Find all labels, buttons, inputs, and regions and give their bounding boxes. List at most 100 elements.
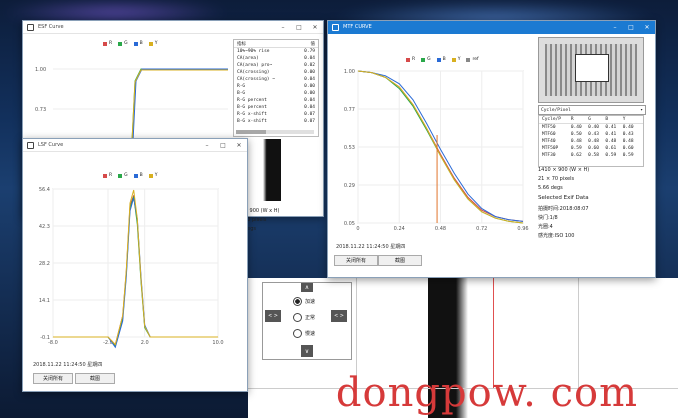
speed-option-normal[interactable]: 正常 xyxy=(293,313,315,322)
y-tick-label: 14.1 xyxy=(39,298,50,304)
table-row: MTF40 0.48 0.48 0.48 0.48 xyxy=(539,138,643,145)
speed-option-label: 慢速 xyxy=(305,331,316,337)
mtf-plot: 1.00 0.77 0.53 0.29 0.050 0.24 0.48 0.72 0.96 xyxy=(344,69,529,232)
table-row: 10%~90% rise 0.79 xyxy=(234,48,318,55)
arrow-down-button[interactable]: ∨ xyxy=(301,345,313,357)
table-cell: 0.02 xyxy=(304,63,315,68)
legend-swatch xyxy=(436,57,441,62)
table-cell: MTF30 xyxy=(542,153,556,158)
table-row: MTF60 0.50 0.43 0.41 0.43 xyxy=(539,131,643,138)
column-header: Cycle/P xyxy=(542,117,561,122)
info-dims: 1410 × 900 (W × H) xyxy=(538,167,590,173)
close-all-button[interactable]: 关闭所有 xyxy=(334,255,378,266)
legend-item: R xyxy=(103,41,112,46)
horizontal-scrollbar[interactable] xyxy=(236,130,314,134)
table-row: MTF50P 0.59 0.60 0.61 0.60 xyxy=(539,145,643,152)
mtf-window: MTF CURVE – □ ✕ R G B Y ref 1.00 0.77 0.53… xyxy=(327,20,656,278)
screenshot-button[interactable]: 截图 xyxy=(378,255,422,266)
app-icon xyxy=(27,23,34,31)
legend-label: R xyxy=(412,57,416,62)
screenshot-button[interactable]: 截图 xyxy=(75,373,115,384)
y-tick-label: 0.73 xyxy=(35,107,46,113)
legend-item: R xyxy=(103,173,112,178)
esf-title: ESF Curve xyxy=(38,24,64,30)
unit-select-value: Cycle/Pixel xyxy=(541,107,571,113)
minimize-icon[interactable]: – xyxy=(199,139,215,151)
table-cell: 0.79 xyxy=(304,49,315,54)
esf-legend: R G B Y xyxy=(103,41,157,46)
y-tick-label: 1.00 xyxy=(344,69,355,75)
legend-item: Y xyxy=(148,41,157,46)
lsf-title: LSF Curve xyxy=(38,142,64,148)
close-icon[interactable]: ✕ xyxy=(639,21,655,33)
table-row: CA(area) 0.04 xyxy=(234,55,318,62)
legend-swatch xyxy=(103,173,107,178)
close-icon[interactable]: ✕ xyxy=(307,21,323,33)
table-cell: 10%~90% rise xyxy=(237,49,270,54)
legend-swatch xyxy=(118,41,123,46)
table-cell: R-G xyxy=(237,84,246,89)
mtf-metrics-table: Cycle/P R G B Y MTF50 0.40 0.40 0.41 0.40 MTF60 0.… xyxy=(538,115,644,167)
table-cell: MTF50 xyxy=(542,125,556,130)
legend-label: B xyxy=(139,173,143,178)
table-row: MTF30 0.62 0.58 0.59 0.59 xyxy=(539,152,643,159)
control-panel: ∧ < > < > ∨ 加速 正常 慢速 xyxy=(262,282,352,360)
chevron-down-icon[interactable]: ▾ xyxy=(640,108,643,113)
column-header: 指标 xyxy=(237,41,246,47)
speed-option-slow[interactable]: 慢速 xyxy=(293,329,315,338)
table-cell: CA(crossing) ~ xyxy=(237,77,275,82)
speed-option-fast[interactable]: 加速 xyxy=(293,297,315,306)
table-cell: 0.00 xyxy=(304,84,315,89)
radio-icon[interactable] xyxy=(293,313,302,322)
table-cell: 0.60 xyxy=(588,146,599,151)
legend-swatch xyxy=(103,41,107,46)
legend-swatch xyxy=(118,173,123,178)
legend-item: ref xyxy=(466,57,479,62)
series-line-r xyxy=(53,195,218,346)
maximize-icon[interactable]: □ xyxy=(623,21,639,33)
minimize-icon[interactable]: – xyxy=(275,21,291,33)
lsf-titlebar[interactable]: LSF Curve – □ ✕ xyxy=(23,139,247,152)
y-tick-label: 0.77 xyxy=(344,107,355,113)
speed-option-label: 加速 xyxy=(305,299,316,305)
table-row: MTF50 0.40 0.40 0.41 0.40 xyxy=(539,124,643,131)
radio-icon[interactable] xyxy=(293,329,302,338)
table-cell: B-G xyxy=(237,91,246,96)
close-icon[interactable]: ✕ xyxy=(231,139,247,151)
esf-black-edge xyxy=(263,139,281,201)
exif-shutter: 快门:1/8 xyxy=(538,215,558,221)
y-tick-label: 0.29 xyxy=(344,183,355,189)
arrow-left-button[interactable]: < > xyxy=(265,310,281,322)
legend-label: Y xyxy=(154,173,158,178)
legend-label: B xyxy=(139,41,143,46)
table-cell: 0.61 xyxy=(605,146,617,151)
legend-label: B xyxy=(442,57,446,62)
legend-label: Y xyxy=(457,57,461,62)
maximize-icon[interactable]: □ xyxy=(215,139,231,151)
info-angle: 5.66 degs xyxy=(538,185,563,191)
table-row: B-G percent 0.04 xyxy=(234,104,318,111)
x-tick-label: 0.24 xyxy=(394,226,405,232)
close-all-button[interactable]: 关闭所有 xyxy=(33,373,73,384)
mtf-titlebar[interactable]: MTF CURVE – □ ✕ xyxy=(328,21,655,34)
lsf-legend: R G B Y xyxy=(103,173,157,178)
exif-aperture: 光圈:4 xyxy=(538,224,553,230)
x-tick-label: 10.0 xyxy=(212,340,223,346)
y-tick-label: 28.2 xyxy=(39,261,50,267)
arrow-right-button[interactable]: < > xyxy=(331,310,347,322)
table-cell: 0.48 xyxy=(605,139,617,144)
esf-metrics-table: 指标 值 10%~90% rise 0.79 CA(area) 0.04 CA(area… xyxy=(233,39,319,137)
esf-titlebar[interactable]: ESF Curve – □ ✕ xyxy=(23,21,323,34)
table-cell: 0.59 xyxy=(622,153,634,158)
table-cell: B-G percent xyxy=(237,105,267,110)
legend-swatch xyxy=(406,57,410,62)
x-tick-label: -8.0 xyxy=(48,340,58,346)
unit-select[interactable]: Cycle/Pixel ▾ xyxy=(538,105,646,115)
radio-selected-icon[interactable] xyxy=(293,297,302,306)
minimize-icon[interactable]: – xyxy=(607,21,623,33)
column-header: 值 xyxy=(310,41,316,47)
info-roi: 21 × 70 pixels xyxy=(538,176,575,182)
arrow-up-icon-2[interactable] xyxy=(301,283,313,292)
table-row: CA(crossing) 0.00 xyxy=(234,69,318,76)
maximize-icon[interactable]: □ xyxy=(291,21,307,33)
